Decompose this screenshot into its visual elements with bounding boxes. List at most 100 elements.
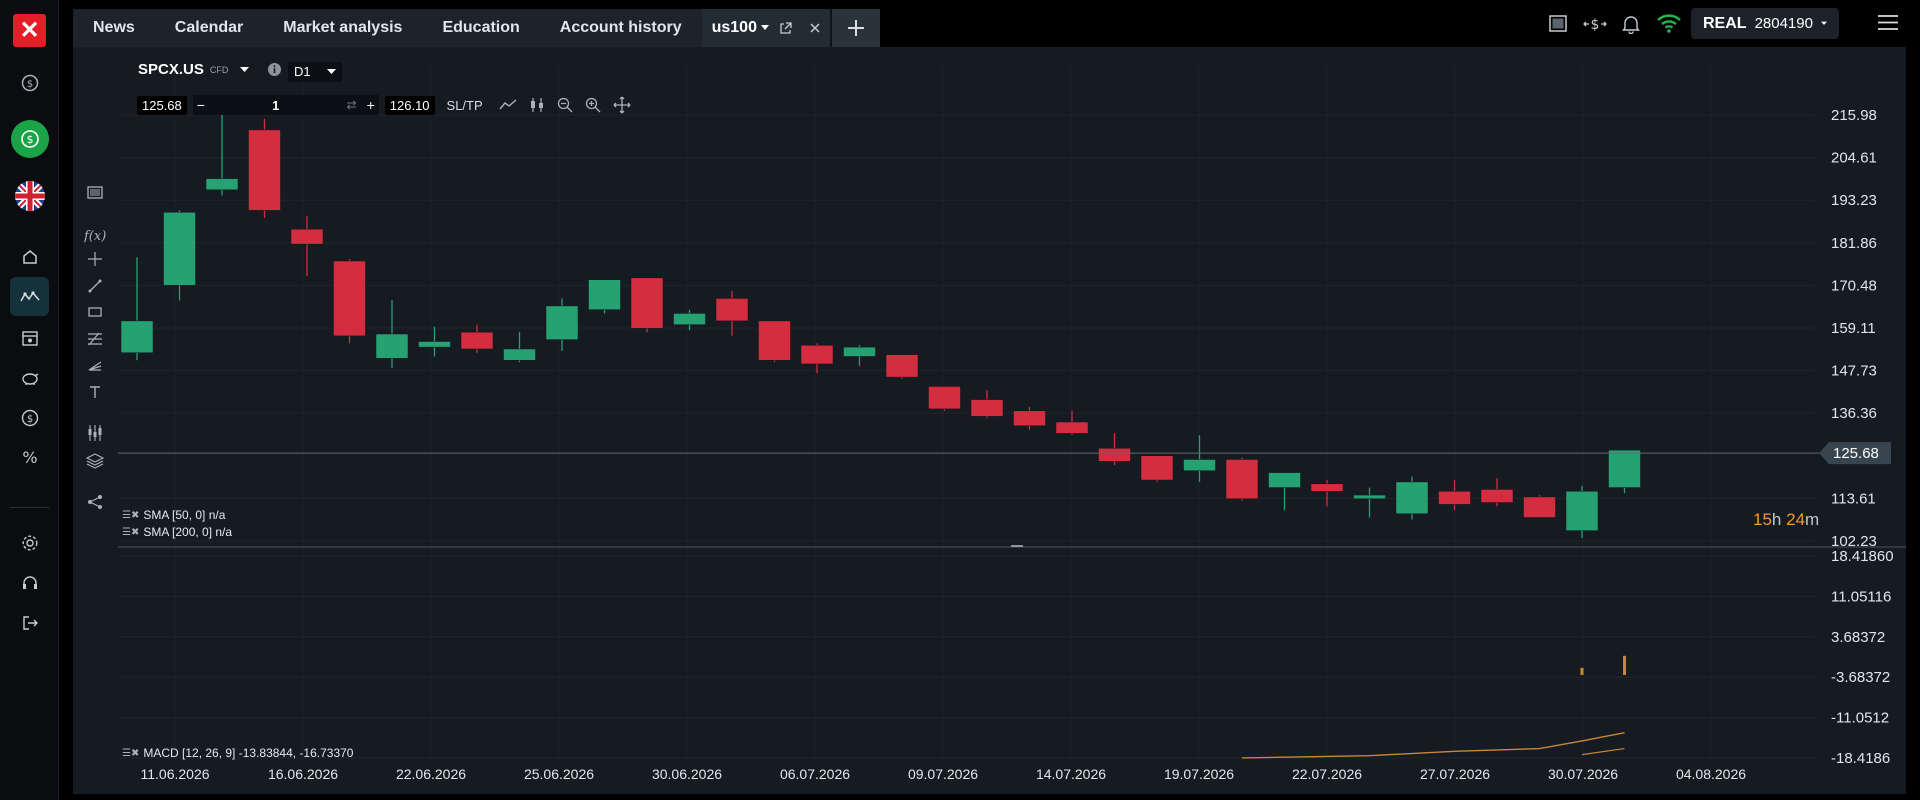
candles-icon[interactable]: [529, 97, 545, 113]
tab-market-analysis[interactable]: Market analysis: [263, 9, 422, 47]
home-icon[interactable]: [10, 237, 49, 276]
dollar-icon[interactable]: $: [10, 63, 49, 102]
candle-body: [1608, 449, 1641, 488]
price-tick-label: 147.73: [1831, 363, 1877, 380]
candle-body: [630, 277, 664, 329]
logout-icon[interactable]: [10, 603, 49, 642]
price-tick-label: 159.11: [1831, 320, 1876, 337]
zoom-out-icon[interactable]: [557, 97, 573, 113]
popout-icon[interactable]: [779, 21, 792, 35]
crosshair-icon[interactable]: [83, 247, 107, 271]
rectangle-icon[interactable]: [83, 300, 107, 324]
indicator-settings-icon[interactable]: ☰✖: [122, 507, 139, 524]
tab-account-history[interactable]: Account history: [540, 9, 702, 47]
timeframe-select[interactable]: D1: [288, 62, 342, 82]
macd-tick-label: -18.4186: [1831, 750, 1890, 767]
countdown-hours-unit: h: [1771, 510, 1782, 529]
candle-body: [1480, 489, 1514, 503]
order-row: 125.68 − 1 ⇄ + 126.10 SL/TP: [137, 94, 631, 116]
candle-body: [290, 228, 324, 245]
tab-symbol[interactable]: us100: [701, 9, 830, 47]
chevron-down-icon[interactable]: [240, 66, 250, 73]
percent-icon[interactable]: %: [10, 438, 49, 477]
fullscreen-icon[interactable]: [1549, 15, 1567, 32]
indicator-row[interactable]: ☰✖ SMA [50, 0] n/a: [122, 507, 232, 524]
indicator-sma50: SMA [50, 0] n/a: [143, 508, 226, 522]
xtb-logo[interactable]: ✕: [13, 14, 46, 47]
close-icon[interactable]: [808, 21, 822, 35]
function-icon[interactable]: f(x): [83, 223, 107, 247]
symbol-header[interactable]: SPCX.US CFD: [138, 61, 282, 78]
text-tool-icon[interactable]: [83, 380, 107, 404]
symbol-type: CFD: [209, 64, 229, 75]
date-tick-label: 04.08.2026: [1676, 766, 1746, 782]
candle-body: [1013, 410, 1046, 427]
date-tick-label: 30.07.2026: [1548, 766, 1618, 782]
indicator-settings-icon[interactable]: ☰✖: [122, 524, 139, 541]
macd-tick-label: 11.05116: [1831, 588, 1891, 605]
fibonacci-icon[interactable]: [83, 327, 107, 351]
headset-icon[interactable]: [10, 563, 49, 602]
pan-icon[interactable]: [613, 96, 631, 114]
calendar-icon[interactable]: [10, 318, 49, 357]
chart-icon[interactable]: [10, 277, 49, 316]
add-tab-button[interactable]: [829, 9, 880, 47]
uk-flag-icon[interactable]: [10, 176, 49, 215]
increase-quantity-icon[interactable]: +: [367, 97, 375, 113]
indicator-settings-icon[interactable]: ☰✖: [122, 748, 139, 759]
indicators-icon[interactable]: [83, 421, 107, 445]
date-tick-label: 16.06.2026: [268, 766, 338, 782]
tab-calendar[interactable]: Calendar: [155, 9, 263, 47]
piggy-bank-icon[interactable]: [10, 358, 49, 397]
tab-education[interactable]: Education: [422, 9, 539, 47]
svg-text:$: $: [1591, 17, 1600, 33]
svg-text:$: $: [26, 79, 32, 90]
account-selector[interactable]: REAL 2804190: [1691, 8, 1839, 39]
date-tick-label: 25.06.2026: [524, 766, 594, 782]
macd-legend[interactable]: ☰✖ MACD [12, 26, 9] -13.83844, -16.73370: [122, 746, 353, 760]
quantity-value[interactable]: 1: [272, 98, 279, 113]
deposit-icon[interactable]: $: [10, 119, 49, 158]
bell-icon[interactable]: [1622, 14, 1640, 34]
settings-icon[interactable]: [10, 523, 49, 562]
info-icon[interactable]: [267, 62, 282, 77]
price-tick-label: 136.36: [1831, 405, 1877, 422]
candle-body: [970, 399, 1004, 417]
buy-price-button[interactable]: 126.10: [384, 95, 435, 115]
candle-body: [1268, 472, 1301, 488]
line-chart-icon[interactable]: [499, 98, 517, 112]
pitchfork-icon[interactable]: [83, 354, 107, 378]
screenshot-icon[interactable]: [83, 180, 107, 204]
signal-line: [1581, 747, 1625, 756]
candle-body: [843, 346, 876, 357]
account-type: REAL: [1703, 14, 1747, 32]
candle-body: [1395, 481, 1429, 515]
price-tick-label: 193.23: [1831, 192, 1877, 209]
date-tick-label: 06.07.2026: [780, 766, 850, 782]
candle-body: [1183, 459, 1216, 471]
candle-body: [673, 313, 706, 325]
countdown-minutes-unit: m: [1805, 510, 1820, 529]
decrease-quantity-icon[interactable]: −: [197, 97, 205, 113]
date-tick-label: 22.06.2026: [396, 766, 466, 782]
chevron-down-icon: [327, 69, 336, 74]
trendline-icon[interactable]: [83, 274, 107, 298]
date-tick-label: 09.07.2026: [908, 766, 978, 782]
sell-price-button[interactable]: 125.68: [137, 95, 187, 115]
macd-tick-label: 3.68372: [1831, 629, 1885, 646]
price-chart[interactable]: 215.98 204.61 193.23 181.86 170.48 159.11 147.…: [73, 47, 1906, 794]
zoom-in-icon[interactable]: [585, 97, 601, 113]
dollar-transfer-icon[interactable]: $: [1583, 14, 1607, 34]
indicator-row[interactable]: ☰✖ SMA [200, 0] n/a: [122, 524, 232, 541]
svg-text:f(x): f(x): [84, 229, 106, 243]
candle-body: [120, 320, 154, 353]
tab-news[interactable]: News: [73, 9, 155, 47]
candle-body: [800, 344, 834, 365]
share-icon[interactable]: [83, 490, 107, 514]
sltp-button[interactable]: SL/TP: [447, 98, 483, 113]
layers-icon[interactable]: [83, 449, 107, 473]
swap-icon[interactable]: ⇄: [347, 98, 357, 112]
coin-icon[interactable]: $: [10, 398, 49, 437]
quantity-stepper[interactable]: − 1 ⇄ +: [192, 95, 379, 115]
menu-icon[interactable]: [1877, 14, 1899, 31]
